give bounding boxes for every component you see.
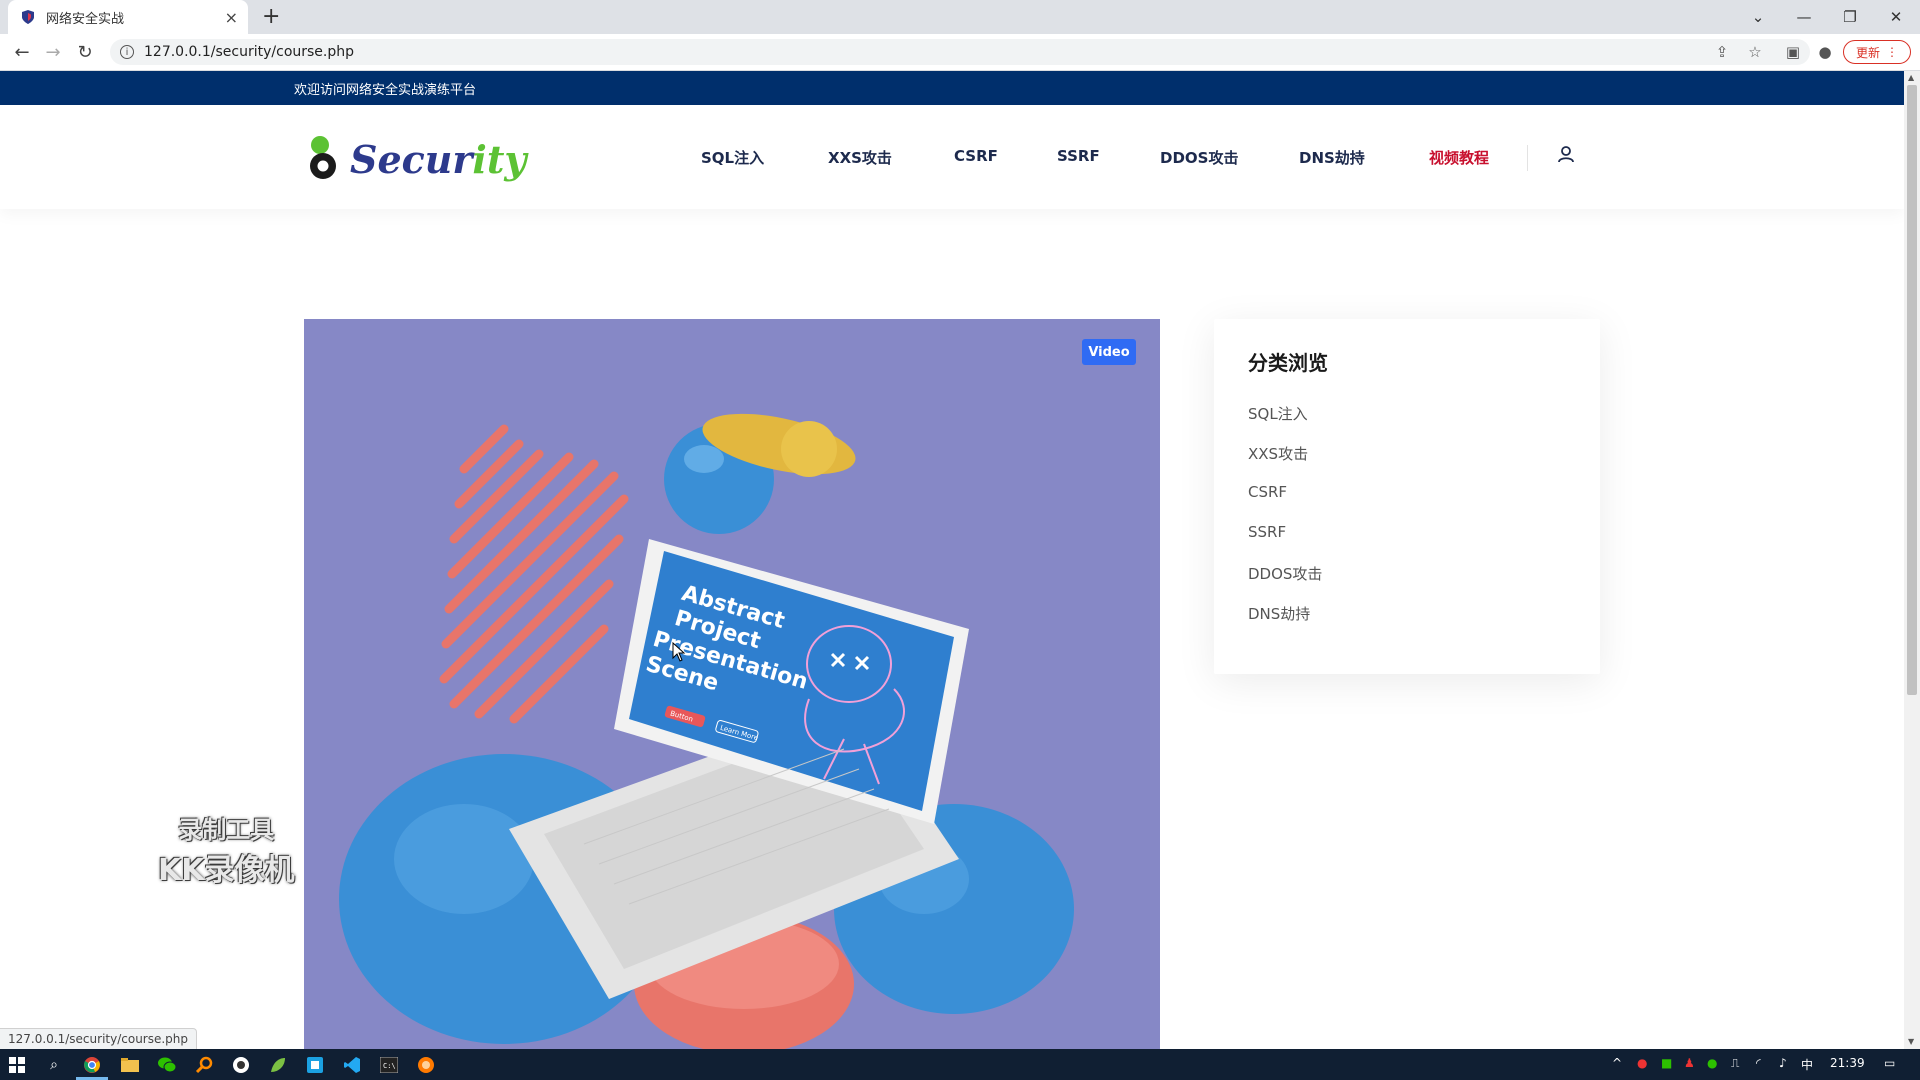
taskbar-search-icon[interactable]: ⌕ bbox=[43, 1054, 65, 1076]
menu-dots-icon: ⋮ bbox=[1886, 45, 1898, 59]
nav-dns-hijack[interactable]: DNS劫持 bbox=[1299, 147, 1365, 168]
tray-green-icon[interactable]: ■ bbox=[1661, 1056, 1672, 1070]
forward-arrow-icon[interactable]: → bbox=[41, 40, 65, 64]
tray-usb-icon[interactable]: ⎍ bbox=[1731, 1056, 1739, 1071]
windows-start-icon[interactable] bbox=[6, 1054, 28, 1076]
recorder-watermark: 录制工具 KK录像机 bbox=[158, 810, 295, 889]
vscode-app-icon[interactable] bbox=[341, 1054, 363, 1076]
nav-sql-injection[interactable]: SQL注入 bbox=[701, 147, 764, 168]
user-icon[interactable] bbox=[1557, 145, 1575, 167]
logo-text: Security bbox=[350, 137, 526, 182]
profile-icon[interactable]: ● bbox=[1816, 43, 1834, 61]
terminal-app-icon[interactable]: C:\ bbox=[378, 1054, 400, 1076]
welcome-text: 欢迎访问网络安全实战演练平台 bbox=[294, 83, 477, 98]
reload-icon[interactable]: ↻ bbox=[73, 40, 97, 64]
tray-expand-icon[interactable]: ^ bbox=[1612, 1056, 1622, 1070]
page-scrollbar[interactable]: ▲ ▼ bbox=[1904, 71, 1920, 1049]
tab-close-icon[interactable]: × bbox=[225, 8, 238, 27]
address-url[interactable]: 127.0.0.1/security/course.php bbox=[144, 44, 354, 60]
search-tool-icon[interactable] bbox=[193, 1054, 215, 1076]
svg-text:C:\: C:\ bbox=[383, 1062, 396, 1070]
green-app-icon[interactable] bbox=[267, 1054, 289, 1076]
recorder-app-icon[interactable] bbox=[230, 1054, 252, 1076]
scrollbar-thumb[interactable] bbox=[1907, 85, 1917, 695]
scroll-down-icon[interactable]: ▼ bbox=[1908, 1037, 1914, 1046]
browser-tab-strip: 网络安全实战 × + ⌄ — ❐ ✕ bbox=[0, 0, 1920, 34]
file-explorer-icon[interactable] bbox=[119, 1054, 141, 1076]
category-item-csrf[interactable]: CSRF bbox=[1248, 483, 1322, 523]
tray-qq-icon[interactable]: ♟ bbox=[1684, 1056, 1695, 1070]
update-label: 更新 bbox=[1855, 45, 1880, 60]
update-button[interactable]: 更新 ⋮ bbox=[1843, 40, 1911, 64]
watermark-line-2: KK录像机 bbox=[158, 853, 295, 888]
category-item-ssrf[interactable]: SSRF bbox=[1248, 523, 1322, 563]
site-favicon-icon bbox=[22, 10, 34, 24]
site-header: Security SQL注入 XXS攻击 CSRF SSRF DDOS攻击 DN… bbox=[0, 105, 1904, 209]
notification-center-icon[interactable]: ▭ bbox=[1884, 1056, 1895, 1070]
window-close-icon[interactable]: ✕ bbox=[1873, 0, 1919, 34]
browser-tab[interactable]: 网络安全实战 × bbox=[8, 0, 248, 34]
nav-xxs-attack[interactable]: XXS攻击 bbox=[828, 147, 892, 168]
course-hero-image[interactable]: Abstract Project Presentation Scene Butt… bbox=[304, 319, 1160, 1049]
os-taskbar: ⌕ C:\ ^ ● ■ ♟ ● ⎍ ◜ ♪ 中 21:39 ▭ bbox=[0, 1049, 1920, 1080]
tab-search-icon[interactable]: ⌄ bbox=[1735, 0, 1781, 34]
side-panel-icon[interactable]: ▣ bbox=[1784, 43, 1802, 61]
minimize-icon[interactable]: — bbox=[1781, 0, 1827, 34]
laptop-illustration: Abstract Project Presentation Scene Butt… bbox=[339, 413, 1074, 1049]
restore-icon[interactable]: ❐ bbox=[1827, 0, 1873, 34]
mouse-cursor-icon bbox=[672, 642, 686, 662]
browser-toolbar: ← → ↻ i 127.0.0.1/security/course.php ⇪ … bbox=[0, 34, 1920, 71]
tray-wechat-icon[interactable]: ● bbox=[1707, 1056, 1717, 1070]
link-status-bubble: 127.0.0.1/security/course.php bbox=[0, 1028, 198, 1050]
site-info-icon[interactable]: i bbox=[120, 45, 134, 59]
logo-text-accent: ity bbox=[472, 136, 527, 182]
nav-csrf[interactable]: CSRF bbox=[954, 147, 998, 165]
nav-video-tutorial[interactable]: 视频教程 bbox=[1429, 147, 1489, 168]
category-item-sql-injection[interactable]: SQL注入 bbox=[1248, 403, 1322, 443]
logo-mark-icon bbox=[310, 136, 336, 179]
share-icon[interactable]: ⇪ bbox=[1713, 43, 1731, 61]
tab-title: 网络安全实战 bbox=[46, 11, 125, 27]
scroll-up-icon[interactable]: ▲ bbox=[1908, 73, 1914, 82]
category-item-ddos-attack[interactable]: DDOS攻击 bbox=[1248, 563, 1322, 603]
watermark-line-1: 录制工具 bbox=[178, 816, 275, 844]
nav-ssrf[interactable]: SSRF bbox=[1057, 147, 1100, 165]
sidebar-title: 分类浏览 bbox=[1248, 351, 1328, 375]
category-list: SQL注入 XXS攻击 CSRF SSRF DDOS攻击 DNS劫持 bbox=[1248, 403, 1322, 643]
site-logo[interactable]: Security bbox=[306, 129, 526, 189]
tray-clock[interactable]: 21:39 bbox=[1830, 1056, 1865, 1070]
new-tab-button[interactable]: + bbox=[262, 4, 280, 29]
category-sidebar: 分类浏览 SQL注入 XXS攻击 CSRF SSRF DDOS攻击 DNS劫持 bbox=[1214, 319, 1600, 674]
orange-app-icon[interactable] bbox=[415, 1054, 437, 1076]
video-badge: Video bbox=[1082, 339, 1136, 365]
category-item-dns-hijack[interactable]: DNS劫持 bbox=[1248, 603, 1322, 643]
nav-divider bbox=[1527, 145, 1528, 171]
editor-app-icon[interactable] bbox=[304, 1054, 326, 1076]
tray-ime-indicator[interactable]: 中 bbox=[1801, 1056, 1813, 1073]
site-topbar: 欢迎访问网络安全实战演练平台 bbox=[0, 71, 1904, 105]
address-bar[interactable]: i 127.0.0.1/security/course.php bbox=[110, 39, 1810, 65]
bookmark-star-icon[interactable]: ☆ bbox=[1746, 43, 1764, 61]
tray-security-icon[interactable]: ● bbox=[1637, 1056, 1647, 1070]
tray-volume-icon[interactable]: ♪ bbox=[1779, 1056, 1787, 1070]
nav-ddos-attack[interactable]: DDOS攻击 bbox=[1160, 147, 1238, 168]
category-item-xxs-attack[interactable]: XXS攻击 bbox=[1248, 443, 1322, 483]
wechat-app-icon[interactable] bbox=[156, 1054, 178, 1076]
logo-text-main: Secur bbox=[350, 136, 473, 182]
page-viewport: 欢迎访问网络安全实战演练平台 Security SQL注入 XXS攻击 CSRF… bbox=[0, 71, 1904, 1049]
tray-wifi-icon[interactable]: ◜ bbox=[1756, 1056, 1761, 1070]
back-arrow-icon[interactable]: ← bbox=[10, 40, 34, 64]
chrome-app-icon[interactable] bbox=[81, 1054, 103, 1076]
